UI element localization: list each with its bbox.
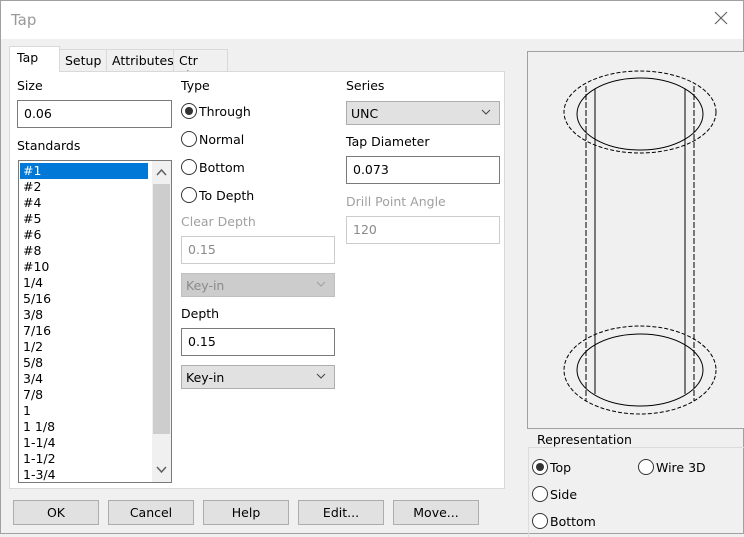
drill-point-angle-input: 120 bbox=[346, 216, 500, 244]
radio-label: Bottom bbox=[199, 159, 245, 175]
radio-icon bbox=[181, 131, 197, 147]
standards-list-item[interactable]: 7/16 bbox=[20, 323, 148, 339]
radio-label: Wire 3D bbox=[656, 459, 706, 475]
tap-diameter-label: Tap Diameter bbox=[346, 134, 430, 149]
tap-diameter-input[interactable]: 0.073 bbox=[346, 156, 500, 184]
move-button[interactable]: Move... bbox=[393, 500, 479, 525]
standards-list-item[interactable]: 1-1/2 bbox=[20, 451, 148, 467]
radio-selected-icon bbox=[181, 103, 197, 119]
standards-list-item[interactable]: #8 bbox=[20, 243, 148, 259]
radio-selected-icon bbox=[532, 459, 548, 475]
chevron-down-icon bbox=[316, 281, 326, 287]
depth-label: Depth bbox=[181, 306, 220, 321]
type-through-radio[interactable]: Through bbox=[181, 101, 251, 121]
standards-list-item[interactable]: 1 1/8 bbox=[20, 419, 148, 435]
radio-label: Side bbox=[550, 486, 578, 502]
representation-side-radio[interactable]: Side bbox=[532, 484, 577, 504]
clear-depth-input: 0.15 bbox=[181, 236, 335, 264]
tab-setup[interactable]: Setup bbox=[59, 49, 107, 71]
edit-button[interactable]: Edit... bbox=[298, 500, 384, 525]
series-label: Series bbox=[346, 78, 385, 93]
type-normal-radio[interactable]: Normal bbox=[181, 129, 244, 149]
radio-label: To Depth bbox=[199, 187, 255, 203]
tap-preview bbox=[527, 51, 744, 429]
standards-list-item[interactable]: #6 bbox=[20, 227, 148, 243]
radio-icon bbox=[532, 486, 548, 502]
chevron-down-icon bbox=[481, 109, 491, 115]
standards-list-item[interactable]: 1/2 bbox=[20, 339, 148, 355]
type-label: Type bbox=[181, 78, 210, 93]
bottom-outer-ellipse bbox=[563, 325, 717, 415]
standards-scrollbar[interactable] bbox=[152, 161, 171, 482]
scroll-up-icon[interactable] bbox=[156, 167, 167, 178]
close-icon[interactable] bbox=[713, 10, 729, 26]
standards-list-item[interactable]: #10 bbox=[20, 259, 148, 275]
representation-bottom-radio[interactable]: Bottom bbox=[532, 511, 596, 531]
tap-dialog: Tap Tap Setup Attributes Ctr Line Size 0… bbox=[0, 0, 744, 537]
standards-list-item[interactable]: #2 bbox=[20, 179, 148, 195]
radio-icon bbox=[181, 187, 197, 203]
tab-ctr-line[interactable]: Ctr Line bbox=[173, 49, 228, 83]
depth-mode-select[interactable]: Key-in bbox=[181, 365, 335, 389]
standards-list: #1 #2 #4 #5 #6 #8 #10 1/4 5/16 3/8 7/16 1/2 5/8 3/4 7/… bbox=[19, 163, 171, 482]
standards-list-item[interactable]: 1/4 bbox=[20, 275, 148, 291]
standards-list-item[interactable]: 1-3/4 bbox=[20, 467, 148, 482]
standards-list-item[interactable]: 1-1/4 bbox=[20, 435, 148, 451]
ok-button[interactable]: OK bbox=[13, 500, 99, 525]
scroll-down-icon[interactable] bbox=[156, 464, 167, 475]
representation-label: Representation bbox=[535, 432, 634, 447]
standards-list-item[interactable]: #4 bbox=[20, 195, 148, 211]
tap-preview-drawing bbox=[563, 70, 717, 415]
representation-top-radio[interactable]: Top bbox=[532, 457, 571, 477]
title-bar: Tap bbox=[1, 1, 743, 39]
top-outer-ellipse bbox=[563, 70, 717, 154]
radio-label: Through bbox=[199, 103, 251, 119]
radio-label: Top bbox=[550, 459, 572, 475]
help-button[interactable]: Help bbox=[203, 500, 289, 525]
select-value: Key-in bbox=[186, 278, 225, 293]
standards-list-item[interactable]: #1 bbox=[20, 163, 148, 179]
standards-list-item[interactable]: 3/4 bbox=[20, 371, 148, 387]
radio-label: Normal bbox=[199, 131, 245, 147]
standards-list-item[interactable]: 5/16 bbox=[20, 291, 148, 307]
clear-depth-mode-select: Key-in bbox=[181, 273, 335, 297]
standards-list-item[interactable]: 3/8 bbox=[20, 307, 148, 323]
window-title: Tap bbox=[11, 11, 37, 29]
type-bottom-radio[interactable]: Bottom bbox=[181, 157, 245, 177]
representation-wire3d-radio[interactable]: Wire 3D bbox=[638, 457, 706, 477]
tab-label: Setup bbox=[65, 53, 102, 68]
type-to-depth-radio[interactable]: To Depth bbox=[181, 185, 254, 205]
clear-depth-label: Clear Depth bbox=[181, 214, 256, 229]
chevron-down-icon bbox=[316, 373, 326, 379]
tab-label: Tap bbox=[17, 50, 39, 65]
select-value: Key-in bbox=[186, 370, 225, 385]
scrollbar-thumb[interactable] bbox=[153, 184, 170, 434]
standards-list-item[interactable]: 5/8 bbox=[20, 355, 148, 371]
cancel-button[interactable]: Cancel bbox=[108, 500, 194, 525]
size-input[interactable]: 0.06 bbox=[17, 100, 172, 128]
standards-label: Standards bbox=[17, 138, 81, 153]
select-value: UNC bbox=[351, 106, 379, 121]
tap-tab-panel: Size 0.06 Standards #1 #2 #4 #5 #6 #8 #10 1/4 5/… bbox=[9, 71, 505, 489]
tab-attributes[interactable]: Attributes bbox=[106, 49, 174, 71]
top-inner-ellipse bbox=[576, 77, 704, 151]
radio-icon bbox=[532, 513, 548, 529]
size-label: Size bbox=[17, 78, 43, 93]
standards-list-item[interactable]: 1 bbox=[20, 403, 148, 419]
radio-icon bbox=[181, 159, 197, 175]
tab-label: Attributes bbox=[112, 53, 174, 68]
tab-tap[interactable]: Tap bbox=[9, 46, 60, 72]
depth-input[interactable]: 0.15 bbox=[181, 328, 335, 356]
bottom-inner-ellipse bbox=[576, 333, 704, 407]
standards-list-item[interactable]: #5 bbox=[20, 211, 148, 227]
standards-listbox[interactable]: #1 #2 #4 #5 #6 #8 #10 1/4 5/16 3/8 7/16 1/2 5/8 3/4 7/… bbox=[18, 160, 172, 483]
drill-point-angle-label: Drill Point Angle bbox=[346, 194, 446, 209]
radio-icon bbox=[638, 459, 654, 475]
series-select[interactable]: UNC bbox=[346, 101, 500, 125]
standards-list-item[interactable]: 7/8 bbox=[20, 387, 148, 403]
radio-label: Bottom bbox=[550, 513, 596, 529]
